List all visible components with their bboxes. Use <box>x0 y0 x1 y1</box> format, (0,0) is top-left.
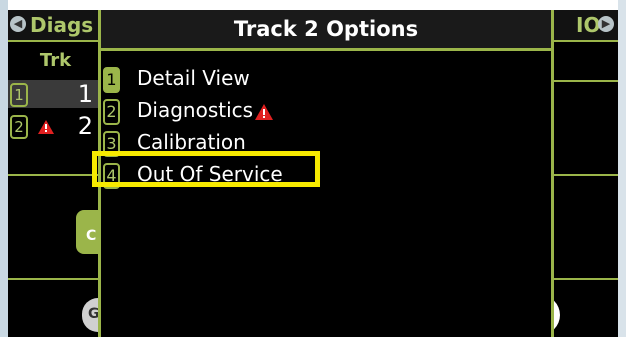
chevron-left-icon[interactable]: ◀ <box>10 16 26 32</box>
selection-highlight-box <box>92 151 320 187</box>
io-tab-label: IO <box>576 13 601 37</box>
menu-item-detail-view[interactable]: 1 Detail View <box>101 62 551 94</box>
menu-item-diagnostics[interactable]: 2 Diagnostics <box>101 94 551 126</box>
track-row-1[interactable]: 1 1 <box>8 80 103 108</box>
track-row-2[interactable]: 2 2 <box>8 112 103 140</box>
divider-left-2 <box>8 278 103 280</box>
warning-icon <box>38 120 54 134</box>
device-screen: ◀ Diags IO ▶ Trk 1 1 2 2 C G Track 2 Opt… <box>8 10 618 337</box>
warning-icon <box>255 103 274 120</box>
menu-item-label-wrap: Diagnostics <box>137 94 274 126</box>
track-row-value: 2 <box>77 112 93 140</box>
menu-item-label: Detail View <box>137 66 250 90</box>
track-row-number: 1 <box>10 83 28 107</box>
menu-item-label: Diagnostics <box>137 98 254 122</box>
divider-right-3 <box>548 278 618 280</box>
divider-right-1 <box>548 80 618 82</box>
chevron-right-icon[interactable]: ▶ <box>598 16 614 32</box>
menu-item-number: 1 <box>103 67 120 93</box>
io-tab[interactable]: IO ▶ <box>550 10 618 42</box>
diags-tab[interactable]: ◀ Diags <box>8 10 105 42</box>
divider-right-2 <box>548 174 618 176</box>
track-row-number: 2 <box>10 115 28 139</box>
divider-left-1 <box>8 174 103 176</box>
popup-title: Track 2 Options <box>101 10 551 51</box>
screen-bezel-left <box>0 0 8 337</box>
track-row-value: 1 <box>77 80 93 108</box>
green-action-button-label: C <box>86 228 97 244</box>
screen-bezel-right <box>618 0 626 337</box>
trk-column-header: Trk <box>39 50 72 71</box>
diags-tab-label: Diags <box>30 13 94 37</box>
menu-item-number: 2 <box>103 99 120 125</box>
